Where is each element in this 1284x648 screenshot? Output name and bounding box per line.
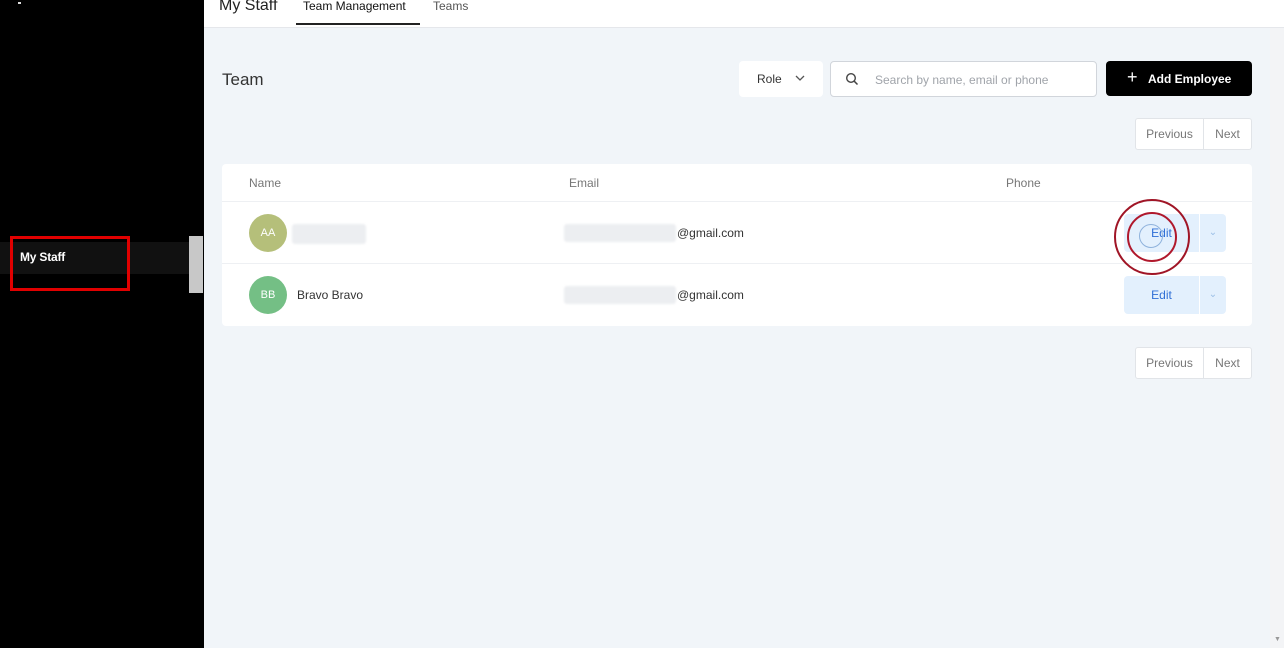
- tab-teams[interactable]: Teams: [433, 0, 468, 13]
- plus-icon: +: [1127, 67, 1138, 87]
- chevron-down-icon[interactable]: ⌄: [1200, 276, 1226, 314]
- chevron-down-icon[interactable]: ⌄: [1200, 214, 1226, 252]
- pagination-top: Previous Next: [1135, 118, 1252, 150]
- section-title: Team: [222, 70, 264, 89]
- employee-email: @gmail.com: [677, 226, 744, 240]
- employee-email: @gmail.com: [677, 288, 744, 302]
- edit-button[interactable]: Edit: [1124, 276, 1199, 314]
- search-input[interactable]: [875, 70, 1085, 90]
- chevron-down-icon: [794, 72, 806, 87]
- table-row: BB Bravo Bravo @gmail.com Edit ⌄: [222, 263, 1252, 325]
- add-employee-button[interactable]: + Add Employee: [1106, 61, 1252, 96]
- avatar: AA: [249, 214, 287, 252]
- tab-team-management[interactable]: Team Management: [303, 0, 406, 13]
- avatar: BB: [249, 276, 287, 314]
- click-indicator-dot: [1139, 224, 1163, 248]
- employee-name: Bravo Bravo: [297, 288, 364, 302]
- table-row: AA @gmail.com Edit ⌄: [222, 201, 1252, 263]
- previous-page-button[interactable]: Previous: [1136, 119, 1204, 149]
- role-filter-dropdown[interactable]: Role: [739, 61, 823, 97]
- column-header-phone[interactable]: Phone: [1006, 176, 1041, 190]
- redacted-email: [564, 286, 676, 304]
- top-nav: My Staff Team Management Teams: [204, 0, 1284, 28]
- next-page-button[interactable]: Next: [1204, 348, 1251, 378]
- sidebar-scrollbar[interactable]: [189, 236, 203, 293]
- page-title: My Staff: [219, 0, 278, 14]
- highlight-box: [10, 236, 130, 291]
- redacted-name: [292, 224, 366, 244]
- active-tab-indicator: [296, 23, 420, 25]
- column-header-name[interactable]: Name: [249, 176, 281, 190]
- pagination-bottom: Previous Next: [1135, 347, 1252, 379]
- next-page-button[interactable]: Next: [1204, 119, 1251, 149]
- sidebar-top-mark: [18, 2, 21, 4]
- add-employee-label: Add Employee: [1148, 72, 1232, 86]
- search-icon: [845, 72, 859, 91]
- team-table: Name Email Phone AA @gmail.com Edit ⌄ BB…: [222, 164, 1252, 326]
- search-field[interactable]: [830, 61, 1097, 97]
- column-header-email[interactable]: Email: [569, 176, 599, 190]
- page-scrollbar[interactable]: ▼: [1270, 28, 1284, 648]
- sidebar: My Staff: [0, 0, 204, 648]
- edit-split-button: Edit ⌄: [1124, 276, 1226, 314]
- previous-page-button[interactable]: Previous: [1136, 348, 1204, 378]
- redacted-email: [564, 224, 676, 242]
- scroll-down-arrow-icon[interactable]: ▼: [1274, 636, 1281, 643]
- role-filter-label: Role: [757, 72, 782, 86]
